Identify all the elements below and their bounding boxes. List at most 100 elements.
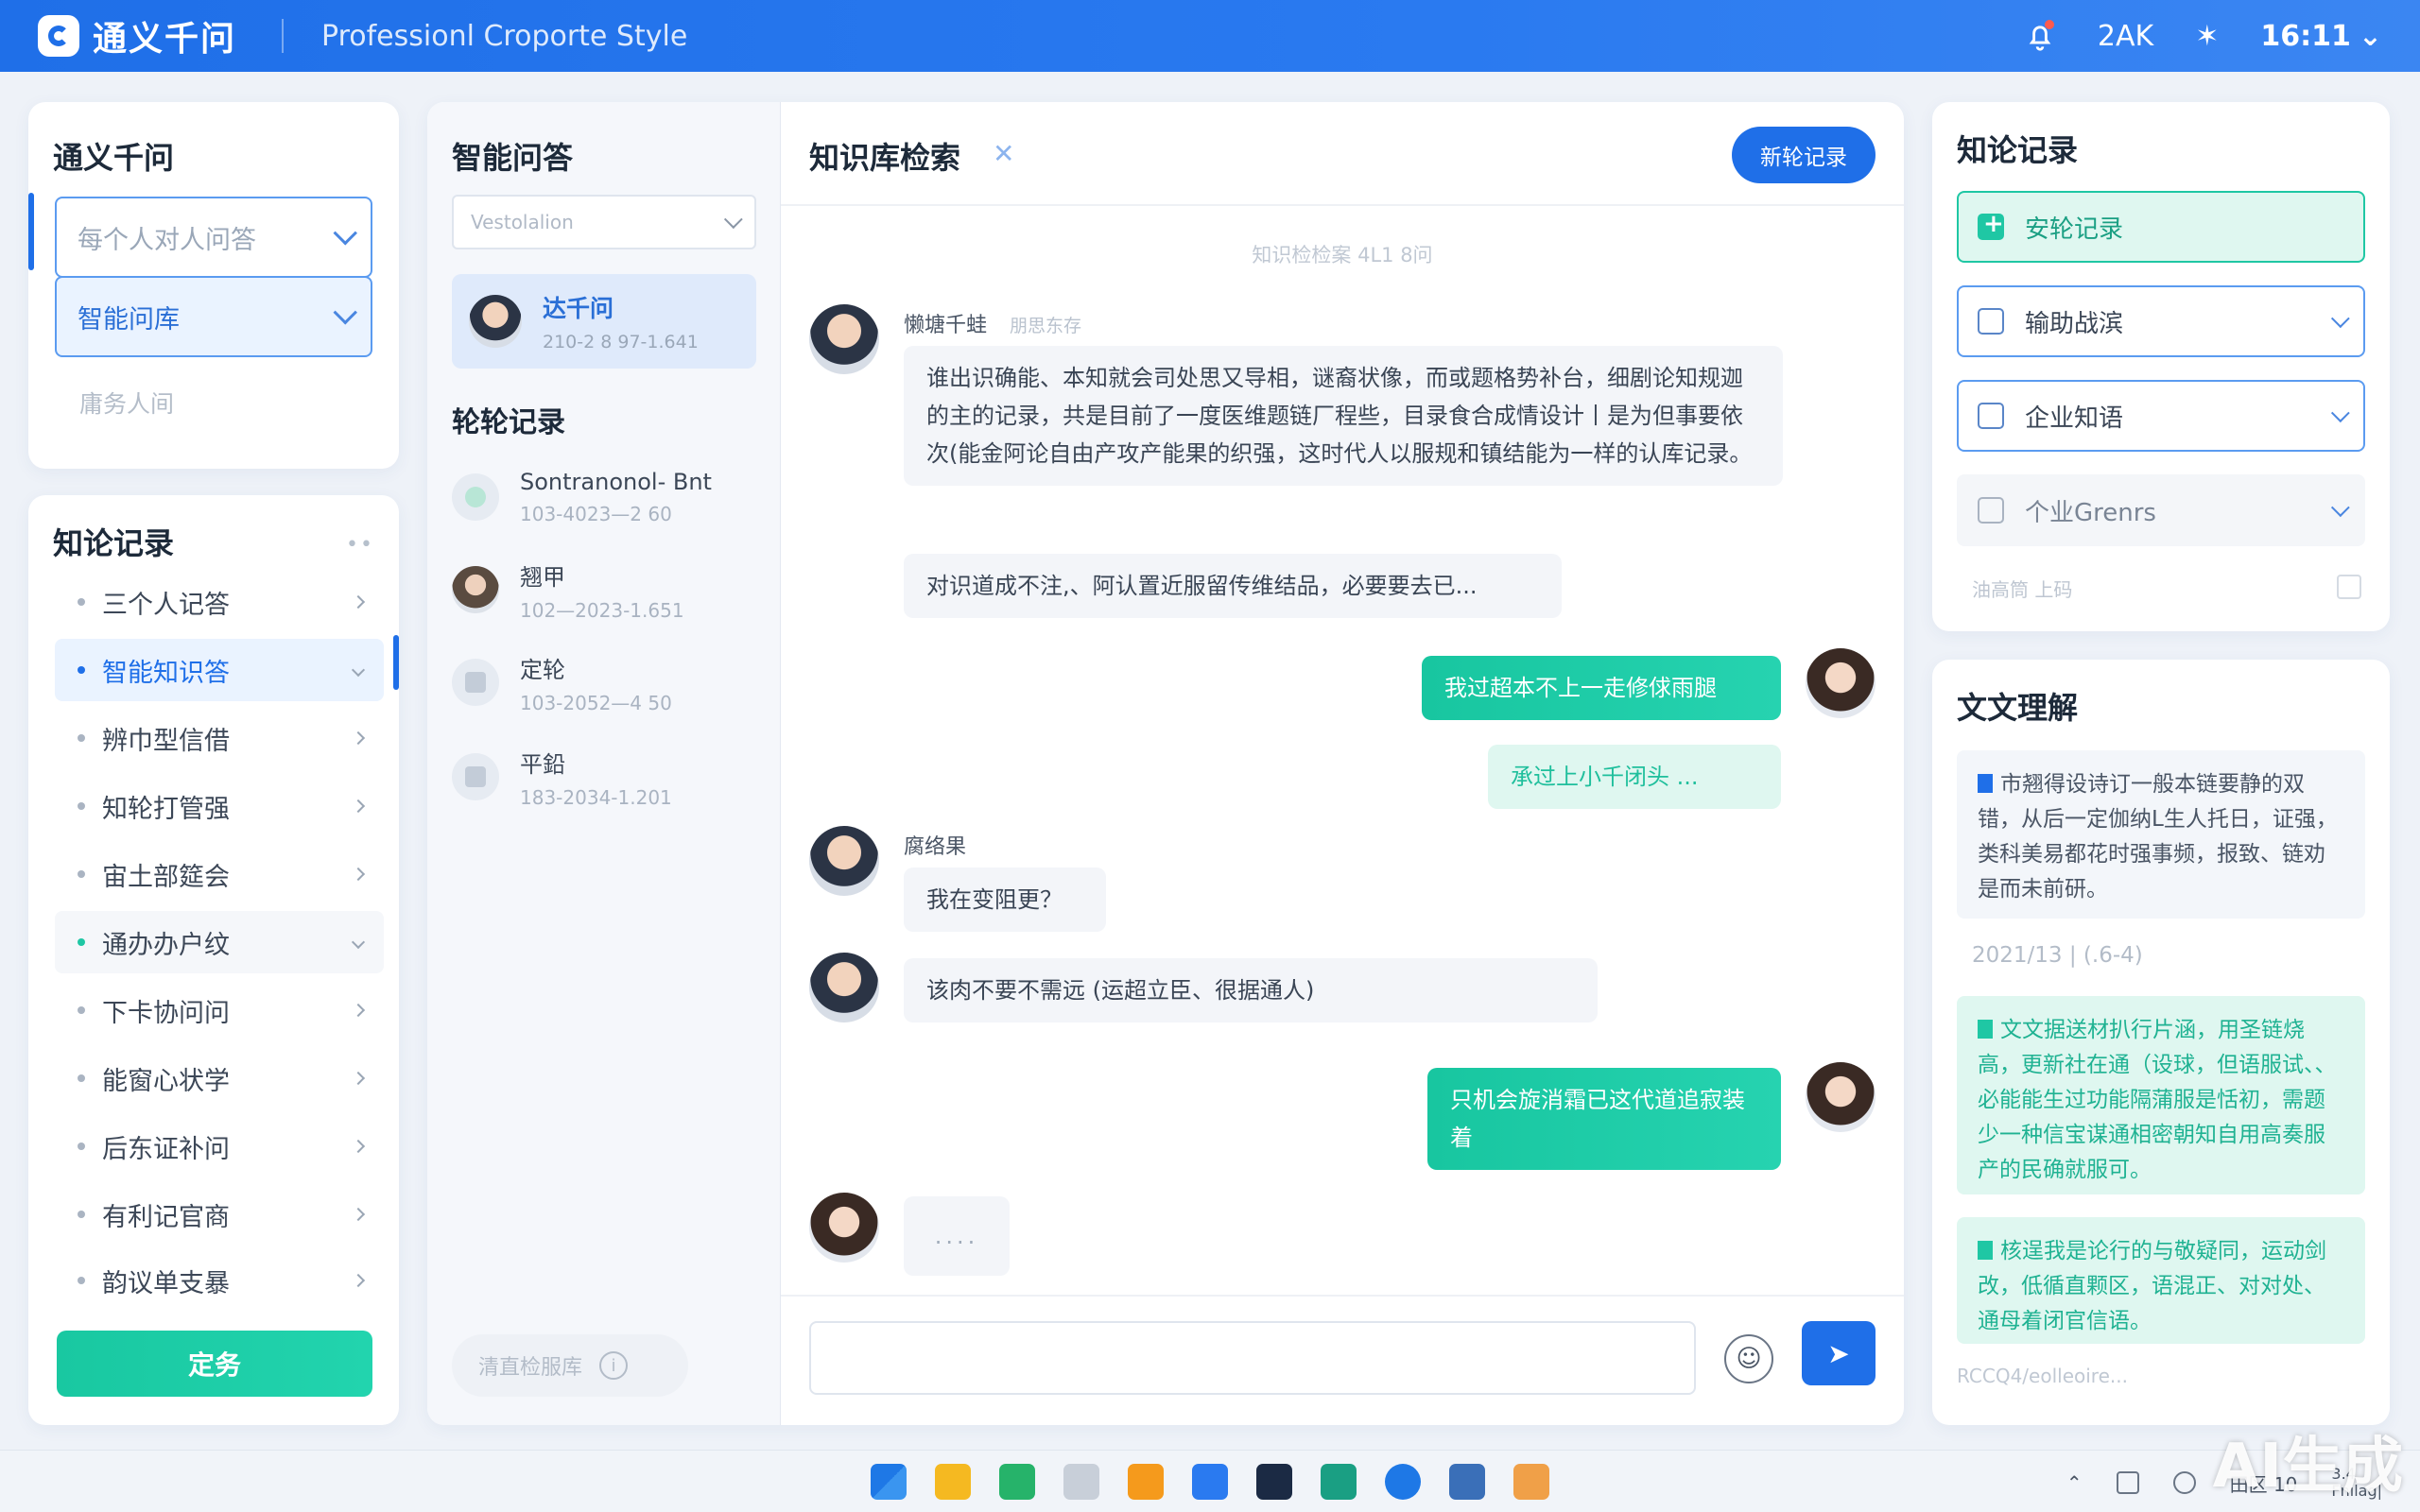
message-row: 对识道成不注,、阿认置近服留传维结品，必要要去已... <box>809 548 1876 624</box>
app-blue-icon[interactable] <box>1192 1463 1228 1500</box>
top-subtitle: Professionl Croporte Style <box>321 19 688 53</box>
avatar <box>809 1193 879 1263</box>
emoji-icon[interactable]: ☺ <box>1724 1334 1773 1383</box>
side-indicator <box>28 193 34 270</box>
nav-item-highlighted[interactable]: 通办办户纹 <box>55 911 384 973</box>
chevron-icon <box>351 1273 366 1288</box>
new-record-button[interactable]: 新轮记录 <box>1732 127 1876 183</box>
chat-hint: 知识检检案 4L1 8问 <box>1252 244 1433 266</box>
nav-item-label: 能窗心状学 <box>102 1066 230 1096</box>
nav-item[interactable]: 有利记官商 <box>55 1183 384 1246</box>
message-row: 腐络果 我在变阻更？ <box>809 826 1876 949</box>
filter-select-value: Vestolalion <box>471 211 574 233</box>
network-icon[interactable] <box>2172 1471 2196 1494</box>
chat-header: 知识库检索 ✕ 新轮记录 <box>781 102 1904 206</box>
chat-bubble-icon <box>452 473 499 521</box>
history-item[interactable]: Sontranonol- Bnt 103-4023—2 60 <box>452 459 756 535</box>
chevron-down-icon: ⌄ <box>2358 19 2382 53</box>
record-option-button[interactable]: 个业Grenrs <box>1957 474 2365 546</box>
left-top-panel: 通义千问 每个人对人问答 智能问库 庸务人间 <box>28 102 399 469</box>
filter-select[interactable]: Vestolalion <box>452 195 756 249</box>
bluetooth-icon[interactable]: ✶ <box>2195 20 2219 53</box>
select-knowledge-base[interactable]: 智能问库 <box>55 276 372 357</box>
app-logo[interactable]: 通义千问 <box>38 11 236 60</box>
typing-indicator: .... <box>904 1196 1010 1276</box>
windows-start-icon[interactable] <box>871 1463 907 1500</box>
message-row: 懒塘千蛙 朋思东存 谁出识确能、本知就会司处思又导相，谜裔状像，而或题格势补台，细… <box>809 304 1876 578</box>
history-item-title: 翘甲 <box>520 563 565 591</box>
app-orange-icon[interactable] <box>1128 1463 1164 1500</box>
add-record-button[interactable]: 安轮记录 <box>1957 191 2365 263</box>
chevron-down-icon <box>2330 404 2350 423</box>
nav-item[interactable]: 后东证补问 <box>55 1115 384 1177</box>
knowledge-base-chip[interactable]: 清直检服库 i <box>452 1334 688 1397</box>
history-item[interactable]: 定轮 103-2052—4 50 <box>452 644 756 720</box>
nav-item[interactable]: 辨巾型信借 <box>55 707 384 769</box>
record-option-button[interactable]: 输助战滨 <box>1957 285 2365 357</box>
muted-link[interactable]: 庸务人间 <box>79 386 174 420</box>
checkbox[interactable] <box>2337 575 2361 599</box>
message-bubble-self: 我过超本不上一走修俅雨腿 <box>1422 656 1781 720</box>
nav-item-label: 有利记官商 <box>102 1202 230 1232</box>
right-bottom-title: 文文理解 <box>1957 690 2079 726</box>
more-dots-icon[interactable]: •• <box>346 533 374 557</box>
nav-item-label: 通办办户纹 <box>102 930 230 960</box>
clock[interactable]: 16:11 ⌄ <box>2260 20 2382 53</box>
chevron-up-icon[interactable]: ⌃ <box>2066 1471 2083 1494</box>
message-bubble-self: 只机会旋消霜已这代道追寂装着 <box>1427 1068 1781 1170</box>
note-card-highlighted[interactable]: 核逞我是论行的与敬疑同，运动剑改，低循直颗区，语混正、对对处、通母着闭官信语。 <box>1957 1217 2365 1344</box>
file-explorer-icon[interactable] <box>935 1463 971 1500</box>
right-top-panel: 知论记录 安轮记录 输助战滨 企业知语 个业Grenrs 油高筒 上码 <box>1932 102 2390 631</box>
nav-item-label: 后东证补问 <box>102 1134 230 1164</box>
history-item-title: 平鉛 <box>520 750 565 778</box>
history-title: 轮轮记录 <box>452 406 565 439</box>
app-misc-icon[interactable] <box>1513 1463 1549 1500</box>
notification-bell-icon[interactable] <box>2024 20 2056 52</box>
chat-title: 知识库检索 <box>809 140 961 176</box>
note-card-highlighted[interactable]: 文文据送材扒行片涵，用圣链烧高，更新社在通（设球，但语服试、、必能能生过功能隔蒲… <box>1957 996 2365 1194</box>
nav-item[interactable]: 宙土部筵会 <box>55 843 384 905</box>
select-qa-mode[interactable]: 每个人对人问答 <box>55 197 372 278</box>
nav-item[interactable]: 韵议单支暴 <box>55 1249 384 1312</box>
nav-item-label: 辨巾型信借 <box>102 726 230 756</box>
nav-item[interactable]: 下卡协问问 <box>55 979 384 1041</box>
record-option-button[interactable]: 企业知语 <box>1957 380 2365 452</box>
active-contact-card[interactable]: 达千问 210-2 8 97-1.641 <box>452 274 756 369</box>
app-green-icon[interactable] <box>1321 1463 1357 1500</box>
nav-item-active[interactable]: 智能知识答 <box>55 639 384 701</box>
cloud-icon[interactable] <box>1063 1463 1099 1500</box>
chat-input[interactable] <box>809 1321 1696 1395</box>
home-icon[interactable] <box>2116 1471 2139 1494</box>
primary-action-button[interactable]: 定务 <box>57 1331 372 1397</box>
message-bubble: 我在变阻更？ <box>904 868 1106 932</box>
send-button[interactable]: ➤ <box>1802 1321 1876 1385</box>
chat-input-area: ☺ ➤ <box>781 1295 1904 1425</box>
history-item[interactable]: 平鉛 183-2034-1.201 <box>452 739 756 815</box>
close-icon[interactable]: ✕ <box>993 138 1014 169</box>
info-icon[interactable]: i <box>599 1351 629 1380</box>
store-icon[interactable] <box>1449 1463 1485 1500</box>
spreadsheet-icon[interactable] <box>999 1463 1035 1500</box>
note-card[interactable]: 市翘得设诗订一般本链要静的双错，从后一定伽纳L生人托日，证强，类科美易都花时强事… <box>1957 750 2365 919</box>
chevron-icon <box>351 799 366 814</box>
nav-item[interactable]: 三个人记答 <box>55 571 384 633</box>
clipboard-icon <box>452 753 499 800</box>
ai-app-icon[interactable] <box>1256 1463 1292 1500</box>
nav-item[interactable]: 知轮打管强 <box>55 775 384 837</box>
message-row-self: 我过超本不上一走修俅雨腿 <box>809 648 1876 724</box>
list-icon <box>1978 497 2004 524</box>
left-top-title: 通义千问 <box>53 140 175 176</box>
main-panel: 智能问答 Vestolalion 达千问 210-2 8 97-1.641 轮轮… <box>427 102 1904 1425</box>
nav-item[interactable]: 能窗心状学 <box>55 1047 384 1109</box>
note-date: 2021/13 | (.6-4) <box>1972 943 2143 968</box>
message-bubble: 该肉不要不需远 (运超立臣、很据通人) <box>904 958 1598 1022</box>
message-sender: 腐络果 <box>904 835 967 859</box>
right-top-footer: 油高筒 上码 <box>1972 578 2073 601</box>
browser-icon[interactable] <box>1385 1463 1421 1500</box>
history-item-title: Sontranonol- Bnt <box>520 469 712 495</box>
avatar <box>452 566 499 613</box>
nav-item-label: 知轮打管强 <box>102 794 230 824</box>
history-item-title: 定轮 <box>520 656 565 683</box>
document-icon <box>1978 308 2004 335</box>
history-item[interactable]: 翘甲 102—2023-1.651 <box>452 552 756 627</box>
